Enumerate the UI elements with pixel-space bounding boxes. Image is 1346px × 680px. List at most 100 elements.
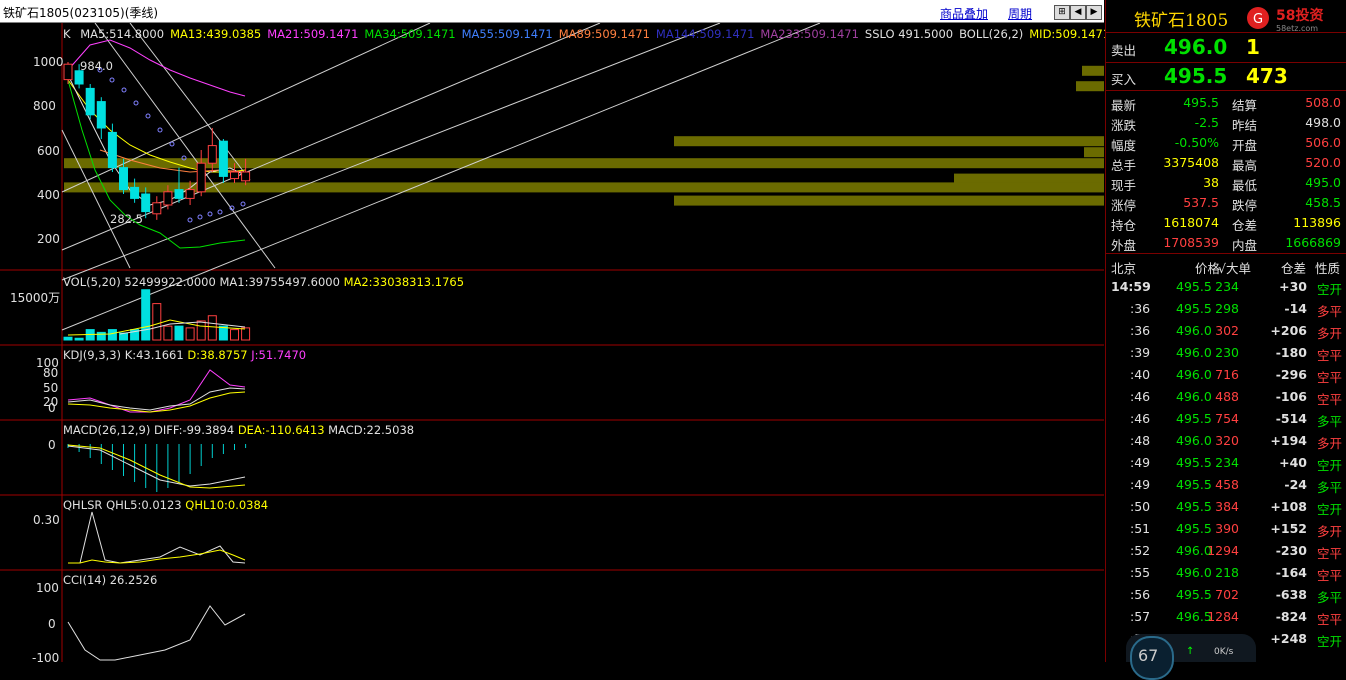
- volume-bar: [185, 327, 195, 341]
- trade-row[interactable]: :51 495.5 390 +152 多开: [1106, 518, 1346, 540]
- arrow-left-icon[interactable]: ◀: [1070, 5, 1086, 20]
- main-axis: 1000 800 600 400 200: [33, 55, 64, 246]
- volume-profile-bar: [674, 195, 1104, 206]
- stat-value: 520.0: [1305, 155, 1341, 170]
- trade-row[interactable]: :40 496.0 716 -296 空平: [1106, 364, 1346, 386]
- svg-text:58投资: 58投资: [1276, 7, 1323, 24]
- kdj-tick-80: 80: [43, 366, 58, 380]
- trade-price: 495.5: [1176, 587, 1212, 602]
- trade-price: 495.5: [1176, 521, 1212, 536]
- trade-header: 北京 价格 √大单 仓差 性质: [1106, 255, 1346, 277]
- trade-oi-change: -14: [1284, 301, 1307, 316]
- stat-value: 508.0: [1305, 95, 1341, 110]
- trade-time: :36: [1130, 323, 1151, 338]
- period-link[interactable]: 周期: [1008, 5, 1032, 22]
- trade-nature: 多平: [1317, 414, 1343, 429]
- trade-row[interactable]: :36 496.0 302 +206 多开: [1106, 320, 1346, 342]
- trade-oi-change: -824: [1275, 609, 1307, 624]
- trade-time: :48: [1130, 433, 1151, 448]
- trade-oi-change: -638: [1275, 587, 1307, 602]
- vol-label: VOL(5,20) 52499922.0000: [63, 275, 216, 289]
- trade-time: :57: [1130, 609, 1151, 624]
- qhlsr-legend: QHLSR QHL5:0.0123 QHL10:0.0384: [63, 498, 268, 512]
- volume-bar: [63, 336, 73, 341]
- trade-price: 495.5: [1176, 477, 1212, 492]
- trade-row[interactable]: :48 496.0 320 +194 多开: [1106, 430, 1346, 452]
- trade-nature: 空平: [1317, 392, 1343, 407]
- trade-time: :49: [1130, 477, 1151, 492]
- macd-diff-label: DIFF:-99.3894: [154, 423, 235, 437]
- vol-tick: 15000万: [10, 291, 60, 305]
- trade-price: 495.5: [1176, 411, 1212, 426]
- volume-bars: [63, 289, 251, 341]
- ma-legend-item: MA55:509.1471: [461, 27, 553, 41]
- trade-row[interactable]: :55 496.0 218 -164 空平: [1106, 562, 1346, 584]
- trade-nature: 多开: [1317, 524, 1343, 539]
- stat-label: 最低: [1232, 178, 1258, 193]
- volume-profile-bar: [1084, 147, 1104, 158]
- trade-row[interactable]: :39 496.0 230 -180 空平: [1106, 342, 1346, 364]
- trade-oi-change: +206: [1270, 323, 1307, 338]
- stat-row: 涨跌 -2.5 昨结 498.0: [1106, 113, 1346, 133]
- volume-profile-bar: [674, 136, 1104, 147]
- stat-value: 1708539: [1163, 235, 1219, 250]
- qhlsr-line-10: [68, 549, 246, 564]
- volume-bar: [163, 325, 173, 341]
- trade-row[interactable]: :52 496.0 1294 -230 空平: [1106, 540, 1346, 562]
- futures-chart[interactable]: 1000 800 600 400 200 984.0 282.5 15000万 …: [0, 23, 1104, 662]
- trade-time: :52: [1130, 543, 1151, 558]
- stat-label: 最高: [1232, 158, 1258, 173]
- svg-text:G: G: [1253, 12, 1263, 27]
- sar-dot: [207, 211, 213, 217]
- vol-ma2-label: MA2:33038313.1765: [343, 275, 465, 289]
- trade-volume: 218: [1215, 565, 1239, 580]
- trade-row[interactable]: :46 495.5 754 -514 多平: [1106, 408, 1346, 430]
- trade-row[interactable]: :46 496.0 488 -106 空平: [1106, 386, 1346, 408]
- stat-label: 幅度: [1111, 138, 1137, 153]
- macd-legend: MACD(26,12,9) DIFF:-99.3894 DEA:-110.641…: [63, 423, 414, 437]
- trade-time: 14:59: [1111, 279, 1151, 294]
- trade-row[interactable]: :56 495.5 702 -638 多平: [1106, 584, 1346, 606]
- trade-row[interactable]: :36 495.5 298 -14 多平: [1106, 298, 1346, 320]
- trade-row[interactable]: 14:59 495.5 234 +30 空开: [1106, 276, 1346, 298]
- th-price: 价格: [1195, 261, 1221, 276]
- stat-value: 1666869: [1285, 235, 1341, 250]
- zoom-in-icon[interactable]: ⊞: [1054, 5, 1070, 20]
- volume-bar: [74, 337, 84, 341]
- kdj-d: D:38.8757: [187, 348, 248, 362]
- vol-ma1-label: MA1:39755497.6000: [219, 275, 340, 289]
- trade-volume: 1294: [1207, 543, 1239, 558]
- ytick-600: 600: [37, 144, 60, 158]
- stat-row: 外盘 1708539 内盘 1666869: [1106, 233, 1346, 253]
- sar-dot: [169, 141, 175, 147]
- trade-nature: 多平: [1317, 480, 1343, 495]
- candle: [107, 123, 117, 172]
- trade-time: :50: [1130, 499, 1151, 514]
- ask-label: 卖出: [1111, 43, 1137, 58]
- trade-nature: 空平: [1317, 546, 1343, 561]
- trade-row[interactable]: :50 495.5 384 +108 空开: [1106, 496, 1346, 518]
- arrow-right-icon[interactable]: ▶: [1086, 5, 1102, 20]
- trade-nature: 多开: [1317, 326, 1343, 341]
- trade-oi-change: +40: [1279, 455, 1307, 470]
- trade-row[interactable]: :57 496.5 1284 -824 空平: [1106, 606, 1346, 628]
- stat-value: 458.5: [1305, 195, 1341, 210]
- volume-bar: [107, 329, 117, 341]
- volume-bar: [141, 289, 151, 341]
- trade-volume: 1284: [1207, 609, 1239, 624]
- trade-nature: 空平: [1317, 568, 1343, 583]
- trade-volume: 390: [1215, 521, 1239, 536]
- trade-row[interactable]: :49 495.5 458 -24 多平: [1106, 474, 1346, 496]
- trade-volume: 234: [1215, 455, 1239, 470]
- cci-legend: CCI(14) 26.2526: [63, 573, 157, 587]
- trade-price: 496.0: [1176, 565, 1212, 580]
- stat-label: 涨跌: [1111, 118, 1137, 133]
- trade-row[interactable]: :49 495.5 234 +40 空开: [1106, 452, 1346, 474]
- stat-label: 跌停: [1232, 198, 1258, 213]
- overlay-link[interactable]: 商品叠加: [940, 5, 988, 22]
- th-volume: √大单: [1218, 261, 1251, 276]
- high-label: 984.0: [80, 59, 113, 73]
- kdj-k: K:43.1661: [124, 348, 184, 362]
- trade-oi-change: +152: [1270, 521, 1307, 536]
- volume-bar: [152, 303, 162, 341]
